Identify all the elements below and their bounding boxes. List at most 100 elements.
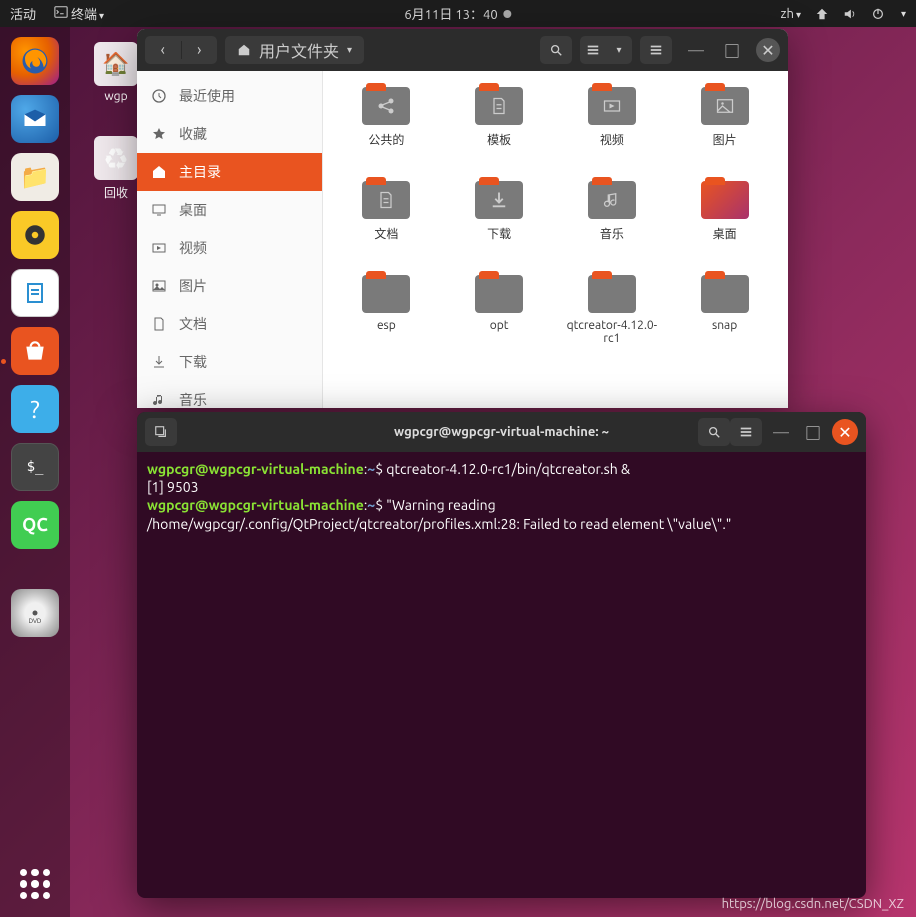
search-icon xyxy=(549,43,563,57)
folder-label: qtcreator-4.12.0-rc1 xyxy=(559,319,666,345)
files-window: ‹ › 用户文件夹 ▾ ▾ ─ □ ✕ 最近使用 收藏 主目录 桌面 视频 图 xyxy=(137,29,788,408)
folder-opt[interactable]: opt xyxy=(446,275,553,363)
folder-文档[interactable]: 文档 xyxy=(333,181,440,269)
notification-dot-icon xyxy=(504,10,512,18)
sidebar-item-videos[interactable]: 视频 xyxy=(137,229,322,267)
minimize-button[interactable]: ─ xyxy=(684,38,708,62)
folder-label: 文档 xyxy=(333,225,440,242)
close-button[interactable]: ✕ xyxy=(756,38,780,62)
folder-icon xyxy=(475,181,523,219)
sidebar-item-recent[interactable]: 最近使用 xyxy=(137,77,322,115)
network-icon[interactable] xyxy=(815,7,829,21)
chevron-down-icon: ▾ xyxy=(347,44,352,56)
terminal-search-button[interactable] xyxy=(698,418,730,446)
dock-rhythmbox[interactable] xyxy=(11,211,59,259)
sidebar-item-downloads[interactable]: 下载 xyxy=(137,343,322,381)
terminal-titlebar: wgpcgr@wgpcgr-virtual-machine: ~ ─ □ ✕ xyxy=(137,412,866,452)
folder-esp[interactable]: esp xyxy=(333,275,440,363)
folder-grid: 公共的模板视频图片文档下载音乐桌面 espopt qtcreator-4.12.0-… xyxy=(323,71,788,408)
folder-公共的[interactable]: 公共的 xyxy=(333,87,440,175)
volume-icon[interactable] xyxy=(843,7,857,21)
dock-qtcreator[interactable]: QC xyxy=(11,501,59,549)
terminal-minimize[interactable]: ─ xyxy=(768,419,794,445)
path-bar[interactable]: 用户文件夹 ▾ xyxy=(225,36,364,64)
folder-label: 图片 xyxy=(671,131,778,148)
files-sidebar: 最近使用 收藏 主目录 桌面 视频 图片 文档 下载 音乐 xyxy=(137,71,323,408)
nav-back-forward[interactable]: ‹ › xyxy=(145,36,217,64)
dock-dvd[interactable]: DVD xyxy=(11,589,59,637)
folder-label: 公共的 xyxy=(333,131,440,148)
folder-音乐[interactable]: 音乐 xyxy=(559,181,666,269)
folder-icon xyxy=(701,275,749,313)
folder-icon xyxy=(362,275,410,313)
folder-icon xyxy=(701,87,749,125)
files-titlebar: ‹ › 用户文件夹 ▾ ▾ ─ □ ✕ xyxy=(137,29,788,71)
terminal-maximize[interactable]: □ xyxy=(800,419,826,445)
home-icon xyxy=(237,43,251,57)
sidebar-item-documents[interactable]: 文档 xyxy=(137,305,322,343)
dock-terminal[interactable]: $_ xyxy=(11,443,59,491)
sidebar-item-pictures[interactable]: 图片 xyxy=(137,267,322,305)
dock-firefox[interactable] xyxy=(11,37,59,85)
dock-files[interactable]: 📁 xyxy=(11,153,59,201)
clock[interactable]: 6月11日 13：40 xyxy=(404,4,511,23)
dock-software[interactable] xyxy=(11,327,59,375)
dock-thunderbird[interactable] xyxy=(11,95,59,143)
folder-label: esp xyxy=(333,319,440,332)
hamburger-icon xyxy=(649,43,663,57)
list-view-icon[interactable] xyxy=(580,43,606,57)
search-icon xyxy=(707,425,721,439)
sidebar-item-desktop[interactable]: 桌面 xyxy=(137,191,322,229)
folder-label: 音乐 xyxy=(559,225,666,242)
terminal-window: wgpcgr@wgpcgr-virtual-machine: ~ ─ □ ✕ w… xyxy=(137,412,866,898)
folder-label: 桌面 xyxy=(671,225,778,242)
top-panel: 活动 终端▾ 6月11日 13：40 zh▾ ▾ xyxy=(0,0,916,27)
system-menu-arrow[interactable]: ▾ xyxy=(901,8,906,20)
folder-视频[interactable]: 视频 xyxy=(559,87,666,175)
terminal-close[interactable]: ✕ xyxy=(832,419,858,445)
folder-label: snap xyxy=(671,319,778,332)
folder-icon xyxy=(588,181,636,219)
folder-下载[interactable]: 下载 xyxy=(446,181,553,269)
search-button[interactable] xyxy=(540,36,572,64)
chevron-down-icon: ▾ xyxy=(99,10,104,21)
terminal-title: wgpcgr@wgpcgr-virtual-machine: ~ xyxy=(394,425,609,439)
hamburger-icon xyxy=(739,425,753,439)
path-label: 用户文件夹 xyxy=(259,38,339,62)
trash-icon: ♻ xyxy=(94,136,138,180)
dock-help[interactable]: ? xyxy=(11,385,59,433)
folder-icon xyxy=(362,181,410,219)
forward-button[interactable]: › xyxy=(182,41,218,59)
folder-模板[interactable]: 模板 xyxy=(446,87,553,175)
terminal-menu-button[interactable] xyxy=(730,418,762,446)
hamburger-menu[interactable] xyxy=(640,36,672,64)
view-switcher[interactable]: ▾ xyxy=(580,36,632,64)
folder-label: opt xyxy=(446,319,553,332)
terminal-content[interactable]: wgpcgr@wgpcgr-virtual-machine:~$ qtcreat… xyxy=(137,452,866,541)
dock-running-indicator xyxy=(1,359,6,364)
folder-qtcreator-4.12.0-rc1[interactable]: qtcreator-4.12.0-rc1 xyxy=(559,275,666,363)
new-tab-button[interactable] xyxy=(145,418,177,446)
current-app[interactable]: 终端▾ xyxy=(54,4,104,23)
back-button[interactable]: ‹ xyxy=(145,41,182,59)
folder-label: 下载 xyxy=(446,225,553,242)
sidebar-item-starred[interactable]: 收藏 xyxy=(137,115,322,153)
folder-icon xyxy=(362,87,410,125)
folder-label: 视频 xyxy=(559,131,666,148)
activities-button[interactable]: 活动 xyxy=(10,4,36,23)
watermark: https://blog.csdn.net/CSDN_XZ xyxy=(722,897,904,911)
view-dropdown[interactable]: ▾ xyxy=(606,44,632,56)
folder-桌面[interactable]: 桌面 xyxy=(671,181,778,269)
show-applications-button[interactable] xyxy=(20,869,50,899)
folder-snap[interactable]: snap xyxy=(671,275,778,363)
sidebar-item-music[interactable]: 音乐 xyxy=(137,381,322,408)
maximize-button[interactable]: □ xyxy=(720,38,744,62)
dock-libreoffice[interactable] xyxy=(11,269,59,317)
folder-icon xyxy=(701,181,749,219)
sidebar-item-home[interactable]: 主目录 xyxy=(137,153,322,191)
input-language[interactable]: zh▾ xyxy=(781,7,801,21)
folder-图片[interactable]: 图片 xyxy=(671,87,778,175)
folder-label: 模板 xyxy=(446,131,553,148)
power-icon[interactable] xyxy=(871,7,885,21)
folder-icon xyxy=(588,87,636,125)
